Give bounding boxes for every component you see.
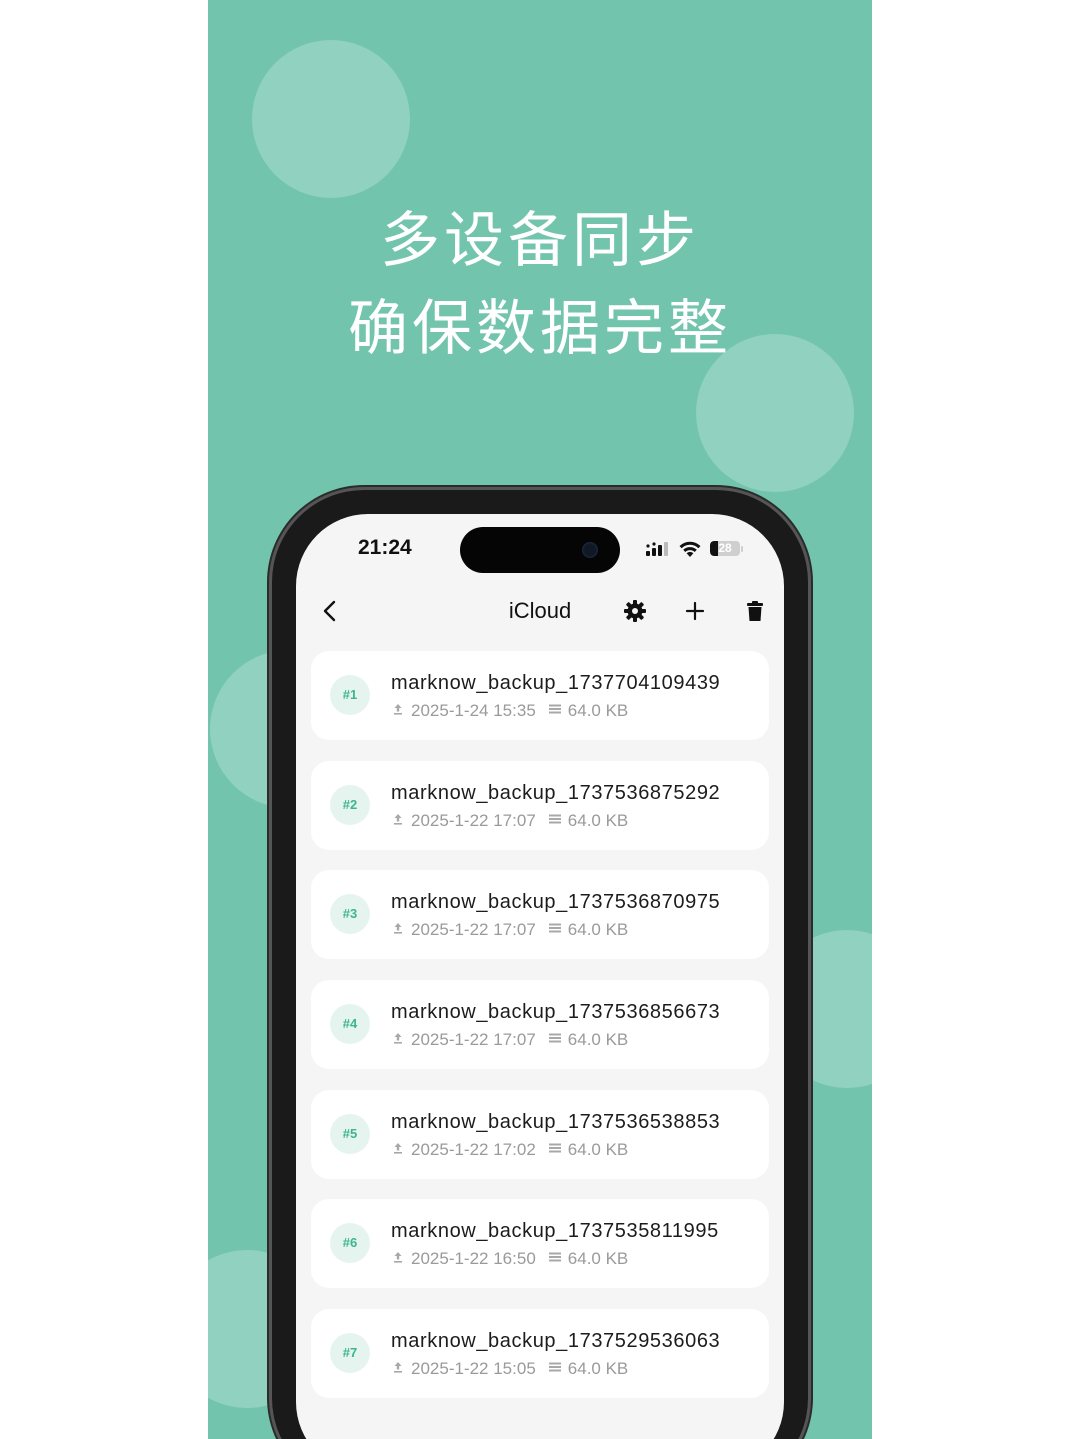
backup-index-badge: #5: [330, 1113, 370, 1154]
backup-date: 2025-1-22 17:07: [411, 810, 536, 830]
front-camera-icon: [582, 542, 598, 558]
backup-list-item[interactable]: #4 marknow_backup_1737536856673 2025-1-22 …: [311, 980, 769, 1070]
backup-list-item[interactable]: #6 marknow_backup_1737535811995 2025-1-22 …: [311, 1199, 769, 1289]
backup-file-name: marknow_backup_1737535811995: [391, 1220, 719, 1243]
backup-date: 2025-1-24 15:35: [411, 701, 536, 720]
trash-icon[interactable]: [742, 598, 768, 624]
storage-icon: [548, 701, 568, 721]
storage-icon: [548, 1140, 568, 1160]
upload-icon: [391, 1359, 411, 1379]
backup-index-badge: #6: [330, 1223, 370, 1264]
plus-icon[interactable]: [682, 598, 708, 624]
cellular-signal-icon: [646, 542, 668, 556]
battery-level-text: 28: [718, 541, 732, 555]
backup-size: 64.0 KB: [567, 1359, 629, 1379]
navigation-bar: iCloud: [296, 588, 784, 634]
dynamic-island: [460, 527, 620, 573]
backup-meta: 2025-1-22 15:05 64.0 KB: [391, 1359, 628, 1379]
storage-icon: [548, 920, 568, 940]
headline-line-2: 确保数据完整: [348, 294, 732, 364]
backup-size: 64.0 KB: [567, 1139, 629, 1159]
backup-size: 64.0 KB: [567, 810, 629, 830]
backup-index-badge: #7: [330, 1333, 370, 1374]
backup-meta: 2025-1-24 15:35 64.0 KB: [391, 701, 628, 721]
backup-meta: 2025-1-22 16:50 64.0 KB: [391, 1249, 628, 1269]
backup-meta: 2025-1-22 17:07 64.0 KB: [391, 920, 628, 940]
decorative-circle: [252, 40, 410, 198]
backup-meta: 2025-1-22 17:07 64.0 KB: [391, 1030, 628, 1050]
backup-file-name: marknow_backup_1737536875292: [391, 781, 721, 804]
backup-index-badge: #1: [330, 675, 370, 715]
backup-file-name: marknow_backup_1737704109439: [391, 672, 721, 694]
backup-date: 2025-1-22 17:02: [411, 1139, 536, 1159]
backup-date: 2025-1-22 17:07: [411, 1030, 536, 1050]
chevron-left-icon[interactable]: [318, 598, 344, 624]
battery-tip: [741, 546, 743, 552]
backup-list-item[interactable]: #1 marknow_backup_1737704109439 2025-1-24 …: [311, 651, 769, 740]
backup-index-badge: #3: [330, 894, 370, 935]
backup-list-item[interactable]: #2 marknow_backup_1737536875292 2025-1-22 …: [311, 760, 769, 850]
backup-meta: 2025-1-22 17:02 64.0 KB: [391, 1140, 628, 1160]
backup-size: 64.0 KB: [567, 1030, 629, 1050]
upload-icon: [391, 811, 411, 831]
storage-icon: [548, 1249, 568, 1269]
page-title: iCloud: [508, 598, 572, 623]
backup-size: 64.0 KB: [567, 701, 629, 720]
headline-line-1: 多设备同步: [380, 206, 700, 276]
battery-icon: 28: [710, 541, 740, 556]
gear-icon[interactable]: [622, 598, 648, 624]
backup-file-name: marknow_backup_1737529536063: [391, 1330, 721, 1353]
backup-meta: 2025-1-22 17:07 64.0 KB: [391, 811, 628, 831]
upload-icon: [391, 1030, 411, 1050]
wifi-icon: [679, 541, 701, 557]
storage-icon: [548, 1359, 568, 1379]
backup-date: 2025-1-22 15:05: [411, 1359, 536, 1379]
backup-list: #1 marknow_backup_1737704109439 2025-1-24 …: [311, 651, 769, 1419]
status-icons: 28: [646, 538, 746, 560]
upload-icon: [391, 1140, 411, 1160]
backup-list-item[interactable]: #5 marknow_backup_1737536538853 2025-1-22 …: [311, 1089, 769, 1179]
backup-date: 2025-1-22 16:50: [411, 1249, 536, 1269]
phone-screen: 21:24 28 iCloud #1 marknow_backup_173770…: [296, 514, 784, 1439]
backup-list-item[interactable]: #3 marknow_backup_1737536870975 2025-1-22 …: [311, 870, 769, 960]
storage-icon: [548, 811, 568, 831]
backup-date: 2025-1-22 17:07: [411, 920, 536, 940]
backup-file-name: marknow_backup_1737536870975: [391, 891, 721, 914]
backup-list-item[interactable]: #7 marknow_backup_1737529536063 2025-1-22 …: [311, 1309, 769, 1399]
backup-file-name: marknow_backup_1737536538853: [391, 1110, 721, 1133]
upload-icon: [391, 701, 411, 721]
status-time: 21:24: [358, 536, 412, 559]
backup-size: 64.0 KB: [567, 920, 629, 940]
backup-file-name: marknow_backup_1737536856673: [391, 1001, 721, 1024]
upload-icon: [391, 1249, 411, 1269]
storage-icon: [548, 1030, 568, 1050]
backup-index-badge: #4: [330, 1004, 370, 1045]
backup-size: 64.0 KB: [567, 1249, 629, 1269]
backup-index-badge: #2: [330, 784, 370, 825]
upload-icon: [391, 920, 411, 940]
